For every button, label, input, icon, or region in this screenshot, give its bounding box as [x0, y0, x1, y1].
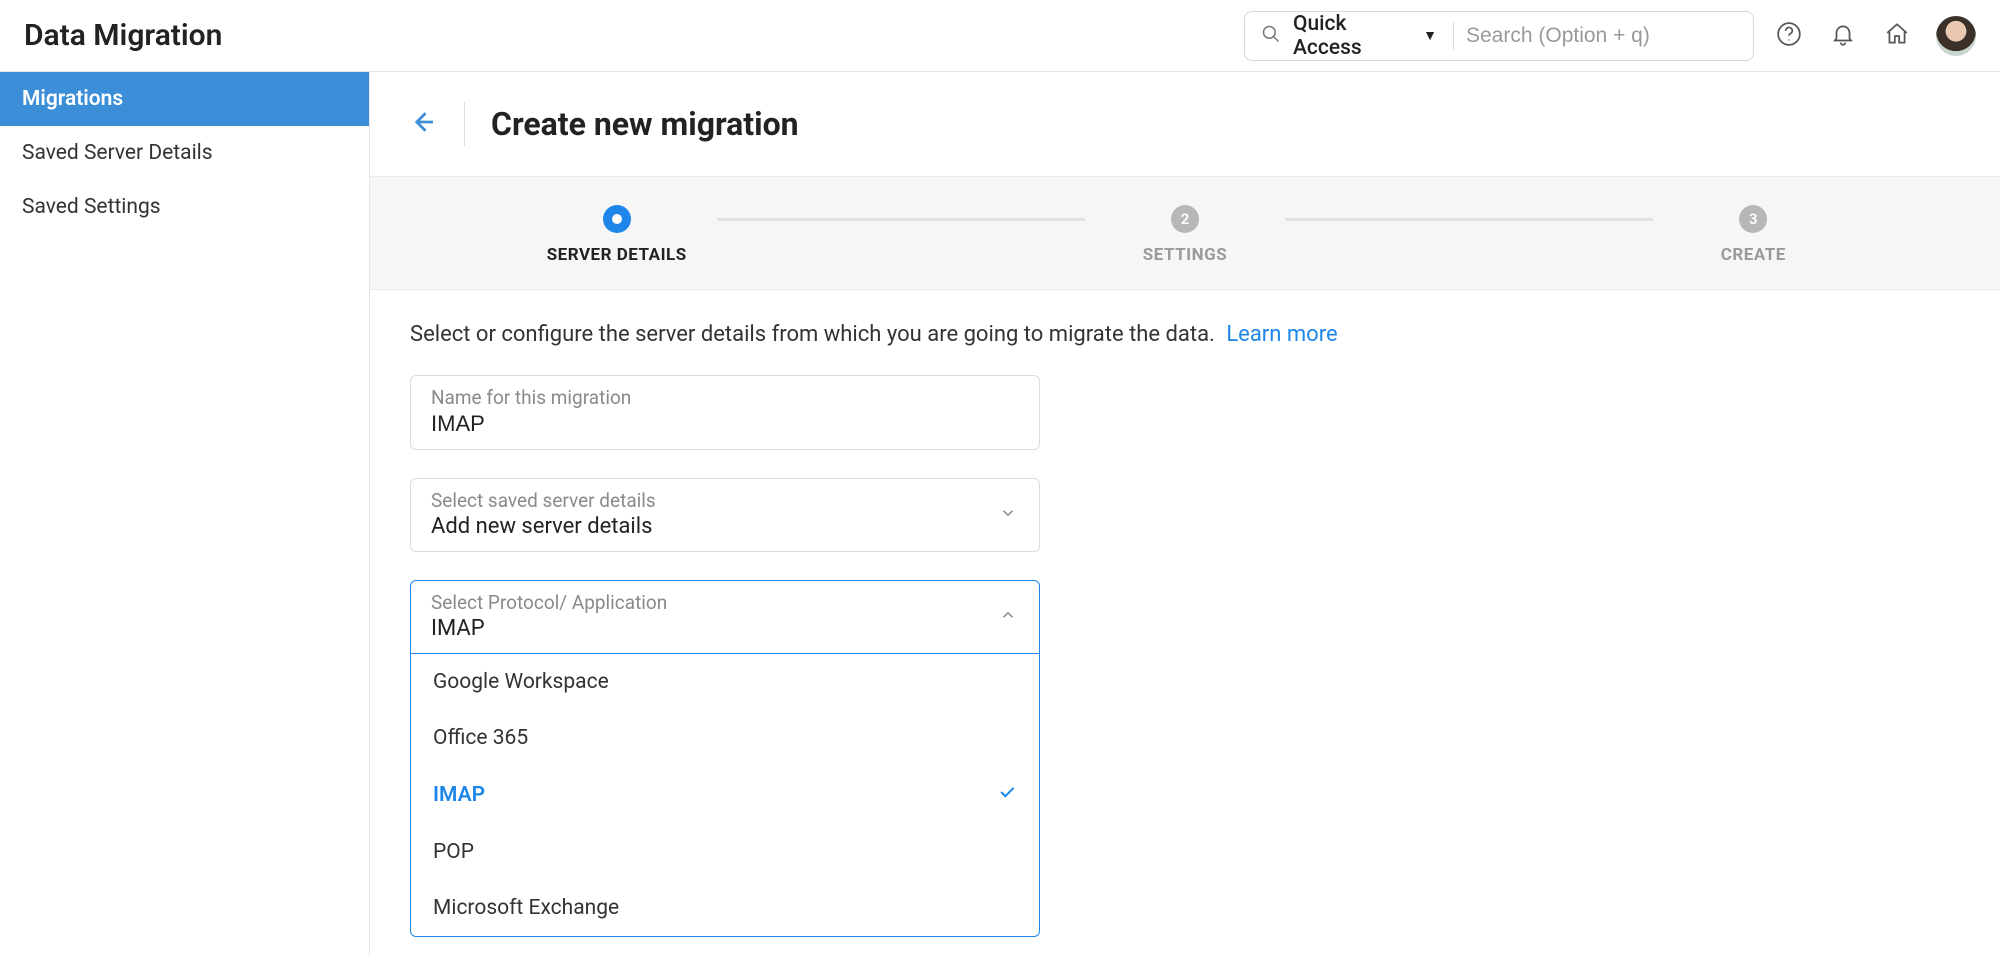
chevron-down-icon [999, 504, 1017, 526]
sidebar-item-label: Saved Settings [22, 195, 161, 219]
option-label: Microsoft Exchange [433, 896, 619, 920]
home-icon[interactable] [1884, 21, 1910, 51]
option-label: Google Workspace [433, 670, 609, 694]
bell-icon[interactable] [1830, 21, 1856, 51]
sidebar-item-label: Migrations [22, 87, 123, 111]
page-header: Create new migration [370, 72, 2000, 176]
search-icon [1261, 24, 1281, 48]
protocol-option-office-365[interactable]: Office 365 [411, 710, 1039, 766]
step-track: SERVER DETAILS 2 SETTINGS 3 CREATE [517, 205, 1854, 265]
protocol-select[interactable]: Select Protocol/ Application IMAP [410, 580, 1040, 654]
protocol-option-imap[interactable]: IMAP [411, 766, 1039, 824]
field-label: Select Protocol/ Application [431, 591, 1019, 614]
topbar: Data Migration Quick Access ▼ [0, 0, 2000, 72]
migration-name-field[interactable]: Name for this migration [410, 375, 1040, 450]
main: Create new migration SERVER DETAILS 2 SE… [370, 72, 2000, 956]
protocol-option-microsoft-exchange[interactable]: Microsoft Exchange [411, 880, 1039, 936]
step-label: SETTINGS [1143, 245, 1227, 265]
field-value: Add new server details [431, 514, 1019, 539]
search-input[interactable] [1466, 24, 1737, 48]
quick-access-dropdown[interactable]: Quick Access ▼ [1293, 22, 1454, 50]
option-label: IMAP [433, 783, 485, 807]
field-label: Select saved server details [431, 489, 1019, 512]
page-title: Create new migration [491, 105, 799, 143]
help-icon[interactable] [1776, 21, 1802, 51]
step-create[interactable]: 3 CREATE [1653, 205, 1853, 265]
caret-down-icon: ▼ [1423, 27, 1437, 44]
quick-access-label: Quick Access [1293, 12, 1417, 60]
step-line [1285, 218, 1653, 221]
step-server-details[interactable]: SERVER DETAILS [517, 205, 717, 265]
app-title: Data Migration [24, 18, 222, 53]
description: Select or configure the server details f… [410, 322, 1960, 347]
sidebar: Migrations Saved Server Details Saved Se… [0, 72, 370, 956]
stepper: SERVER DETAILS 2 SETTINGS 3 CREATE [370, 176, 2000, 290]
option-label: Office 365 [433, 726, 528, 750]
step-dot-3: 3 [1739, 205, 1767, 233]
divider [464, 102, 465, 146]
sidebar-item-saved-server-details[interactable]: Saved Server Details [0, 126, 369, 180]
step-dot-1 [603, 205, 631, 233]
description-text: Select or configure the server details f… [410, 322, 1215, 347]
option-label: POP [433, 840, 474, 864]
content: Select or configure the server details f… [370, 290, 2000, 956]
step-line [717, 218, 1085, 221]
learn-more-link[interactable]: Learn more [1226, 322, 1337, 347]
migration-name-input[interactable] [431, 411, 1019, 437]
sidebar-item-migrations[interactable]: Migrations [0, 72, 369, 126]
sidebar-item-label: Saved Server Details [22, 141, 213, 165]
sidebar-item-saved-settings[interactable]: Saved Settings [0, 180, 369, 234]
field-label: Name for this migration [431, 386, 1019, 409]
back-button[interactable] [408, 107, 438, 141]
step-label: CREATE [1721, 245, 1786, 265]
check-icon [997, 782, 1017, 808]
protocol-option-google-workspace[interactable]: Google Workspace [411, 654, 1039, 710]
step-settings[interactable]: 2 SETTINGS [1085, 205, 1285, 265]
avatar[interactable] [1936, 16, 1976, 56]
step-dot-2: 2 [1171, 205, 1199, 233]
topbar-icons [1776, 21, 1910, 51]
chevron-up-icon [999, 606, 1017, 628]
saved-server-select[interactable]: Select saved server details Add new serv… [410, 478, 1040, 552]
body: Migrations Saved Server Details Saved Se… [0, 72, 2000, 956]
protocol-dropdown-list: Google Workspace Office 365 IMAP POP Mic… [410, 653, 1040, 937]
field-value: IMAP [431, 616, 1019, 641]
protocol-option-pop[interactable]: POP [411, 824, 1039, 880]
search-container[interactable]: Quick Access ▼ [1244, 11, 1754, 61]
step-label: SERVER DETAILS [547, 245, 687, 265]
